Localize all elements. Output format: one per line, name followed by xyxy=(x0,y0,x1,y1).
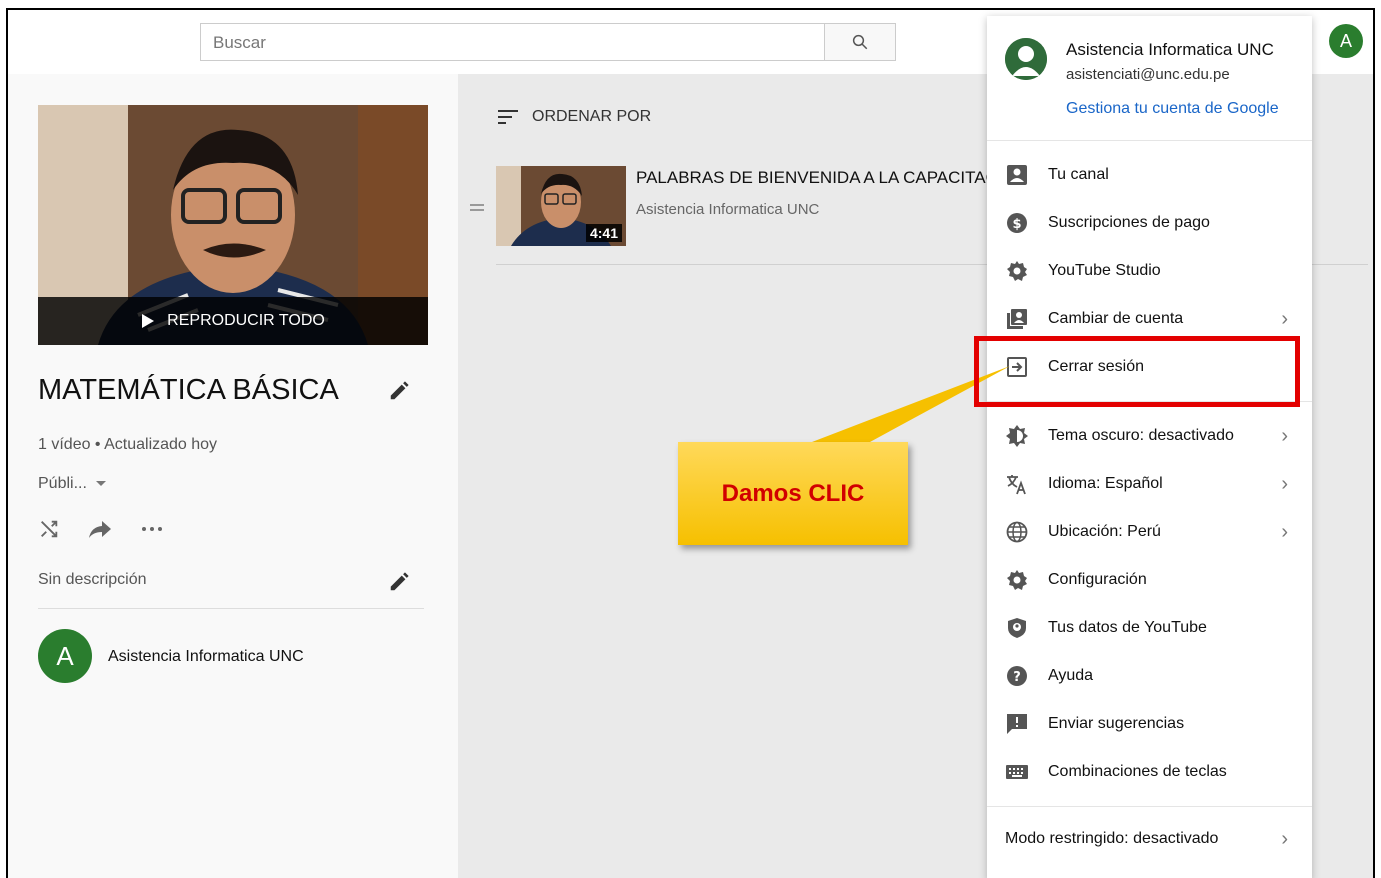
manage-account-link[interactable]: Gestiona tu cuenta de Google xyxy=(1066,100,1279,118)
menu-item-your-channel[interactable]: Tu canal xyxy=(987,151,1312,199)
video-thumbnail[interactable]: 4:41 xyxy=(496,166,626,246)
play-all-label: REPRODUCIR TODO xyxy=(167,312,325,329)
highlight-box xyxy=(974,336,1300,407)
chevron-right-icon: › xyxy=(1281,424,1288,447)
menu-item-feedback[interactable]: Enviar sugerencias xyxy=(987,700,1312,748)
search-button[interactable] xyxy=(824,23,896,61)
pencil-icon xyxy=(390,572,409,591)
more-icon[interactable] xyxy=(140,525,164,533)
caret-down-icon xyxy=(95,481,106,486)
account-menu: Asistencia Informatica UNC asistenciati@… xyxy=(987,16,1312,878)
search-icon xyxy=(852,34,868,50)
menu-item-settings[interactable]: Configuración xyxy=(987,556,1312,604)
edit-title-button[interactable] xyxy=(388,380,410,407)
account-menu-header: Asistencia Informatica UNC asistenciati@… xyxy=(987,16,1312,141)
privacy-dropdown[interactable]: Públi... xyxy=(38,475,107,493)
gear-icon xyxy=(1005,568,1029,592)
menu-item-youtube-studio[interactable]: YouTube Studio xyxy=(987,247,1312,295)
menu-item-label: Tema oscuro: desactivado xyxy=(1048,427,1234,444)
keyboard-icon xyxy=(1005,760,1029,784)
edit-description-button[interactable] xyxy=(388,571,410,598)
menu-item-label: Tus datos de YouTube xyxy=(1048,619,1207,636)
chevron-right-icon: › xyxy=(1281,827,1288,850)
person-box-icon xyxy=(1005,163,1029,187)
menu-item-label: Ubicación: Perú xyxy=(1048,523,1161,540)
playlist-thumbnail[interactable]: REPRODUCIR TODO xyxy=(38,105,428,345)
account-email: asistenciati@unc.edu.pe xyxy=(1066,66,1230,83)
menu-item-label: Configuración xyxy=(1048,571,1147,588)
menu-item-label: YouTube Studio xyxy=(1048,262,1161,279)
help-icon: ? xyxy=(1005,664,1029,688)
menu-item-label: Suscripciones de pago xyxy=(1048,214,1210,231)
switch-account-icon xyxy=(1005,307,1029,331)
play-all-button[interactable]: REPRODUCIR TODO xyxy=(38,297,428,345)
chevron-right-icon: › xyxy=(1281,520,1288,543)
owner-name-link[interactable]: Asistencia Informatica UNC xyxy=(108,648,304,666)
menu-item-paid-subscriptions[interactable]: $ Suscripciones de pago xyxy=(987,199,1312,247)
menu-item-your-data[interactable]: Tus datos de YouTube xyxy=(987,604,1312,652)
playlist-description: Sin descripción xyxy=(38,571,147,588)
callout-text: Damos CLIC xyxy=(721,479,865,507)
globe-icon xyxy=(1005,520,1029,544)
menu-item-label: Modo restringido: desactivado xyxy=(1005,830,1219,847)
drag-handle-icon[interactable] xyxy=(470,199,484,217)
chevron-right-icon: › xyxy=(1281,307,1288,330)
account-menu-avatar xyxy=(1005,38,1047,80)
menu-item-label: Enviar sugerencias xyxy=(1048,715,1185,732)
gear-icon xyxy=(1005,259,1029,283)
menu-item-label: Idioma: Español xyxy=(1048,475,1163,492)
divider xyxy=(38,608,424,609)
callout-box: Damos CLIC xyxy=(678,442,908,545)
account-name: Asistencia Informatica UNC xyxy=(1066,40,1274,59)
shield-person-icon xyxy=(1005,616,1029,640)
menu-item-help[interactable]: ? Ayuda xyxy=(987,652,1312,700)
owner-avatar[interactable]: A xyxy=(38,629,92,683)
privacy-label: Públi... xyxy=(38,475,87,492)
video-channel-link[interactable]: Asistencia Informatica UNC xyxy=(636,201,819,218)
svg-text:$: $ xyxy=(1012,217,1021,232)
menu-item-label: Ayuda xyxy=(1048,667,1094,684)
playlist-title: MATEMÁTICA BÁSICA xyxy=(38,374,339,406)
menu-item-dark-theme[interactable]: Tema oscuro: desactivado › xyxy=(987,412,1312,460)
shuffle-icon[interactable] xyxy=(38,518,60,540)
menu-item-label: Cambiar de cuenta xyxy=(1048,310,1184,327)
dollar-circle-icon: $ xyxy=(1005,211,1029,235)
sort-button[interactable]: ORDENAR POR xyxy=(498,108,651,126)
menu-item-location[interactable]: Ubicación: Perú › xyxy=(987,508,1312,556)
svg-text:?: ? xyxy=(1013,670,1021,685)
video-title-link[interactable]: PALABRAS DE BIENVENIDA A LA CAPACITAC xyxy=(636,168,998,188)
video-duration: 4:41 xyxy=(585,224,622,242)
sort-label: ORDENAR POR xyxy=(532,108,652,125)
share-icon[interactable] xyxy=(88,518,112,540)
playlist-actions xyxy=(38,518,164,540)
playlist-meta: 1 vídeo • Actualizado hoy xyxy=(38,436,218,453)
chevron-right-icon: › xyxy=(1281,472,1288,495)
search-input[interactable]: Buscar xyxy=(200,23,826,61)
menu-item-restricted-mode[interactable]: Modo restringido: desactivado › xyxy=(987,815,1312,863)
menu-item-language[interactable]: Idioma: Español › xyxy=(987,460,1312,508)
pencil-icon xyxy=(390,381,409,400)
account-avatar-button[interactable]: A xyxy=(1329,24,1363,58)
menu-item-label: Combinaciones de teclas xyxy=(1048,763,1227,780)
feedback-icon xyxy=(1005,712,1029,736)
playlist-sidebar: REPRODUCIR TODO MATEMÁTICA BÁSICA 1 víde… xyxy=(8,74,458,878)
menu-item-keyboard-shortcuts[interactable]: Combinaciones de teclas xyxy=(987,748,1312,796)
menu-divider xyxy=(987,806,1312,807)
sort-icon xyxy=(498,110,518,124)
play-icon xyxy=(142,314,155,328)
menu-item-label: Tu canal xyxy=(1048,166,1109,183)
translate-icon xyxy=(1005,472,1029,496)
dark-theme-icon xyxy=(1005,424,1029,448)
